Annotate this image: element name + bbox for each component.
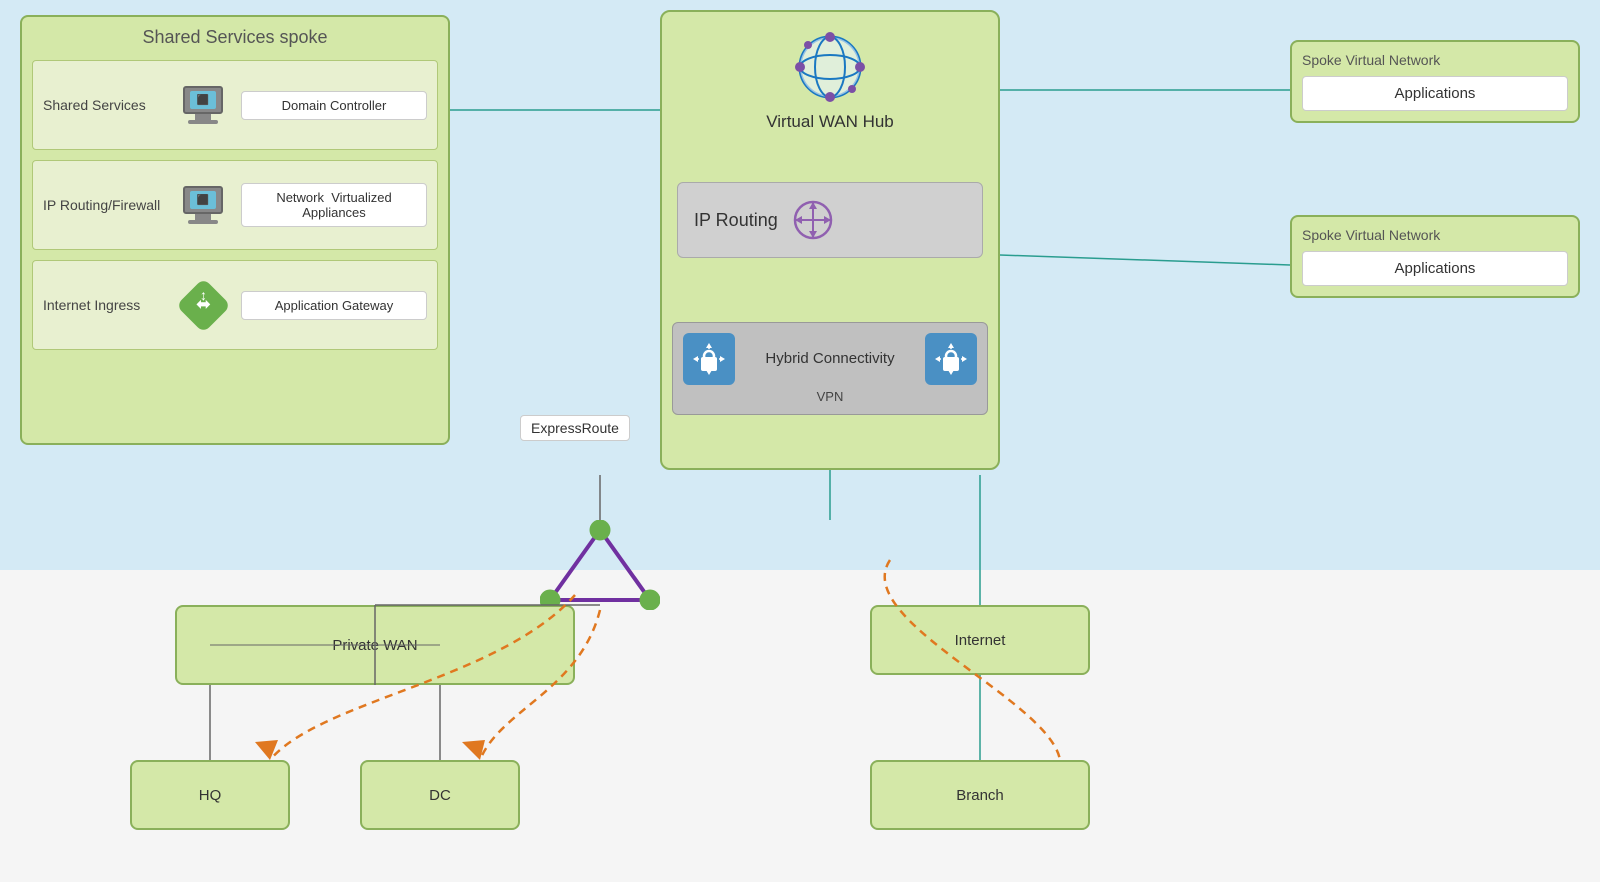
spoke-vnet-1: Spoke Virtual Network Applications (1290, 40, 1580, 123)
hybrid-connectivity-label: Hybrid Connectivity (735, 349, 925, 369)
shared-services-label: Shared Services (43, 97, 173, 113)
lock-vpn-icon (925, 333, 977, 385)
nva-badge: Network VirtualizedAppliances (241, 183, 427, 227)
globe-icon (790, 27, 870, 107)
shared-services-spoke: Shared Services spoke Shared Services ⬛ … (20, 15, 450, 445)
internet-ingress-row: Internet Ingress ⬌ ↕ Application Gateway (32, 260, 438, 350)
branch-label: Branch (956, 787, 1004, 804)
spoke-vnet-2-title: Spoke Virtual Network (1302, 227, 1568, 243)
hybrid-connectivity-section: Hybrid Connectivity VPN (672, 322, 988, 415)
app-gateway-badge: Application Gateway (241, 291, 427, 320)
spoke-vnet-1-applications: Applications (1302, 76, 1568, 111)
spoke-title: Shared Services spoke (32, 27, 438, 48)
private-wan-label: Private WAN (332, 637, 417, 654)
internet-ingress-label: Internet Ingress (43, 297, 173, 313)
ip-routing-label: IP Routing (694, 210, 778, 231)
vwan-hub-container: Virtual WAN Hub IP Routing (660, 10, 1000, 470)
private-wan-box: Private WAN (175, 605, 575, 685)
spoke-vnet-2-applications: Applications (1302, 251, 1568, 286)
hq-box: HQ (130, 760, 290, 830)
ip-routing-firewall-label: IP Routing/Firewall (43, 197, 173, 213)
dc-label: DC (429, 787, 451, 804)
ip-routing-section: IP Routing (677, 182, 983, 258)
ip-routing-firewall-row: IP Routing/Firewall ⬛ Network Virtualize… (32, 160, 438, 250)
vwan-hub-title: Virtual WAN Hub (677, 112, 983, 132)
expressroute-label: ExpressRoute (520, 415, 630, 441)
dc-box: DC (360, 760, 520, 830)
hq-label: HQ (199, 787, 222, 804)
svg-text:↕: ↕ (200, 287, 207, 303)
expressroute-triangle-icon (540, 520, 660, 610)
lock-expressroute-icon (683, 333, 735, 385)
internet-box: Internet (870, 605, 1090, 675)
app-gateway-icon: ⬌ ↕ (173, 275, 233, 335)
ip-routing-icon (788, 195, 838, 245)
monitor-icon-2: ⬛ (173, 175, 233, 235)
spoke-vnet-1-title: Spoke Virtual Network (1302, 52, 1568, 68)
internet-label: Internet (955, 632, 1006, 649)
branch-box: Branch (870, 760, 1090, 830)
vpn-label: VPN (683, 389, 977, 404)
spoke-vnet-2: Spoke Virtual Network Applications (1290, 215, 1580, 298)
monitor-icon-1: ⬛ (173, 75, 233, 135)
shared-services-row: Shared Services ⬛ Domain Controller (32, 60, 438, 150)
domain-controller-badge: Domain Controller (241, 91, 427, 120)
